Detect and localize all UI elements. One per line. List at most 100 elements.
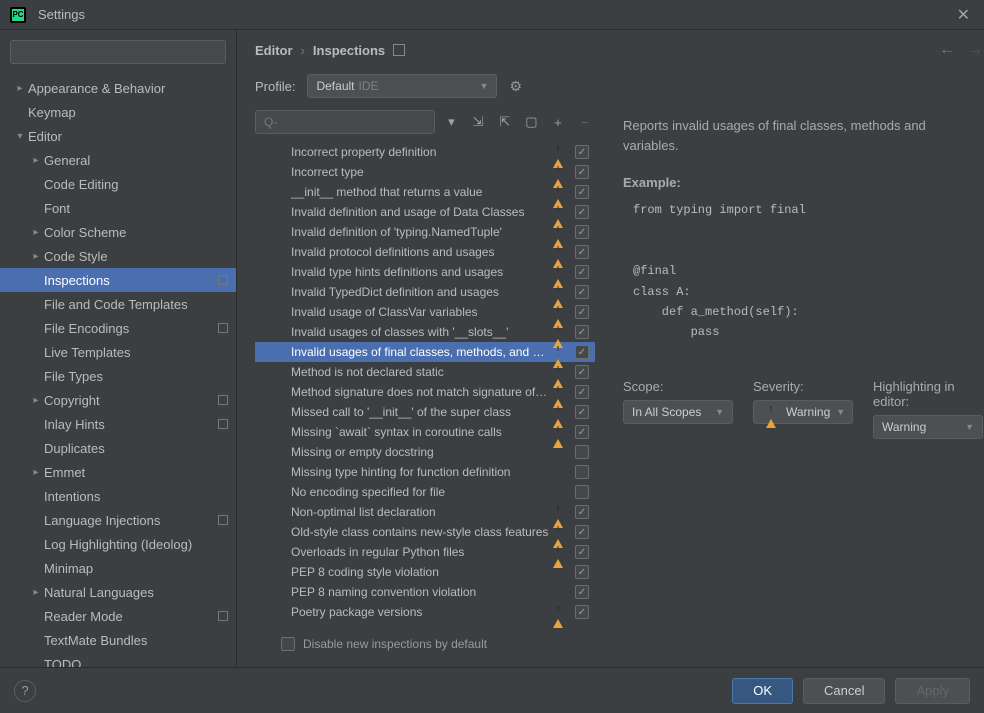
inspection-checkbox[interactable] bbox=[575, 485, 589, 499]
inspection-checkbox[interactable] bbox=[575, 325, 589, 339]
filter-icon[interactable]: ▾ bbox=[441, 111, 462, 133]
highlight-label: Highlighting in editor: bbox=[873, 379, 983, 409]
inspection-checkbox[interactable] bbox=[575, 465, 589, 479]
sidebar-item-appearance-behavior[interactable]: ▸Appearance & Behavior bbox=[0, 76, 236, 100]
inspection-row[interactable]: Incorrect property definition bbox=[255, 142, 595, 162]
inspection-checkbox[interactable] bbox=[575, 445, 589, 459]
sidebar-item-code-editing[interactable]: Code Editing bbox=[0, 172, 236, 196]
inspection-row[interactable]: Missing `await` syntax in coroutine call… bbox=[255, 422, 595, 442]
inspection-checkbox[interactable] bbox=[575, 385, 589, 399]
sidebar-item-keymap[interactable]: Keymap bbox=[0, 100, 236, 124]
inspection-search-input[interactable] bbox=[255, 110, 435, 134]
inspection-row[interactable]: Invalid TypedDict definition and usages bbox=[255, 282, 595, 302]
sidebar-item-font[interactable]: Font bbox=[0, 196, 236, 220]
inspection-row[interactable]: Missing or empty docstring bbox=[255, 442, 595, 462]
cancel-button[interactable]: Cancel bbox=[803, 678, 885, 704]
inspection-row[interactable]: Method signature does not match signatur… bbox=[255, 382, 595, 402]
sidebar-item-emmet[interactable]: ▸Emmet bbox=[0, 460, 236, 484]
sidebar-item-file-encodings[interactable]: File Encodings bbox=[0, 316, 236, 340]
sidebar-item-log-highlighting-ideolog-[interactable]: Log Highlighting (Ideolog) bbox=[0, 532, 236, 556]
inspection-row[interactable]: Missing type hinting for function defini… bbox=[255, 462, 595, 482]
inspection-row[interactable]: Missed call to '__init__' of the super c… bbox=[255, 402, 595, 422]
modified-marker-icon bbox=[218, 323, 228, 333]
highlight-select[interactable]: Warning▼ bbox=[873, 415, 983, 439]
inspection-row[interactable]: __init__ method that returns a value bbox=[255, 182, 595, 202]
sidebar-item-language-injections[interactable]: Language Injections bbox=[0, 508, 236, 532]
sidebar-item-file-and-code-templates[interactable]: File and Code Templates bbox=[0, 292, 236, 316]
inspection-checkbox[interactable] bbox=[575, 565, 589, 579]
inspection-checkbox[interactable] bbox=[575, 245, 589, 259]
sidebar-item-inspections[interactable]: Inspections bbox=[0, 268, 236, 292]
inspection-row[interactable]: Invalid type hints definitions and usage… bbox=[255, 262, 595, 282]
ok-button[interactable]: OK bbox=[732, 678, 793, 704]
sidebar-search-input[interactable] bbox=[10, 40, 226, 64]
sidebar-item-copyright[interactable]: ▸Copyright bbox=[0, 388, 236, 412]
apply-button[interactable]: Apply bbox=[895, 678, 970, 704]
sidebar-item-live-templates[interactable]: Live Templates bbox=[0, 340, 236, 364]
inspection-checkbox[interactable] bbox=[575, 165, 589, 179]
inspection-row[interactable]: No encoding specified for file bbox=[255, 482, 595, 502]
sidebar-item-duplicates[interactable]: Duplicates bbox=[0, 436, 236, 460]
inspection-row[interactable]: Old-style class contains new-style class… bbox=[255, 522, 595, 542]
inspection-row[interactable]: PEP 8 coding style violation bbox=[255, 562, 595, 582]
sidebar-item-minimap[interactable]: Minimap bbox=[0, 556, 236, 580]
sidebar-item-code-style[interactable]: ▸Code Style bbox=[0, 244, 236, 268]
inspection-checkbox[interactable] bbox=[575, 525, 589, 539]
inspection-checkbox[interactable] bbox=[575, 585, 589, 599]
scope-select[interactable]: In All Scopes▼ bbox=[623, 400, 733, 424]
inspection-checkbox[interactable] bbox=[575, 605, 589, 619]
inspection-checkbox[interactable] bbox=[575, 285, 589, 299]
inspection-list[interactable]: Incorrect property definitionIncorrect t… bbox=[255, 142, 595, 629]
close-icon[interactable]: ✕ bbox=[953, 5, 974, 25]
remove-icon[interactable]: − bbox=[574, 111, 595, 133]
collapse-all-icon[interactable]: ⇱ bbox=[494, 111, 515, 133]
gear-icon[interactable]: ⚙ bbox=[509, 78, 529, 95]
reset-icon[interactable]: ▢ bbox=[521, 111, 542, 133]
sidebar-item-reader-mode[interactable]: Reader Mode bbox=[0, 604, 236, 628]
inspection-row[interactable]: Method is not declared static bbox=[255, 362, 595, 382]
inspection-row[interactable]: Invalid usages of final classes, methods… bbox=[255, 342, 595, 362]
sidebar-item-natural-languages[interactable]: ▸Natural Languages bbox=[0, 580, 236, 604]
inspection-checkbox[interactable] bbox=[575, 345, 589, 359]
inspection-checkbox[interactable] bbox=[575, 365, 589, 379]
inspection-checkbox[interactable] bbox=[575, 225, 589, 239]
inspection-row[interactable]: Invalid usage of ClassVar variables bbox=[255, 302, 595, 322]
inspection-row[interactable]: Incorrect type bbox=[255, 162, 595, 182]
inspection-row[interactable]: Overloads in regular Python files bbox=[255, 542, 595, 562]
sidebar-item-todo[interactable]: TODO bbox=[0, 652, 236, 667]
sidebar-item-inlay-hints[interactable]: Inlay Hints bbox=[0, 412, 236, 436]
inspection-row[interactable]: Poetry package versions bbox=[255, 602, 595, 622]
sidebar-item-textmate-bundles[interactable]: TextMate Bundles bbox=[0, 628, 236, 652]
inspection-checkbox[interactable] bbox=[575, 205, 589, 219]
sidebar-tree[interactable]: ▸Appearance & BehaviorKeymap▾Editor▸Gene… bbox=[0, 70, 236, 667]
inspection-row[interactable]: Invalid usages of classes with '__slots_… bbox=[255, 322, 595, 342]
inspection-checkbox[interactable] bbox=[575, 145, 589, 159]
inspection-checkbox[interactable] bbox=[575, 505, 589, 519]
sidebar-item-general[interactable]: ▸General bbox=[0, 148, 236, 172]
sidebar-item-file-types[interactable]: File Types bbox=[0, 364, 236, 388]
inspection-row[interactable]: Invalid protocol definitions and usages bbox=[255, 242, 595, 262]
inspection-checkbox[interactable] bbox=[575, 425, 589, 439]
inspection-checkbox[interactable] bbox=[575, 545, 589, 559]
help-icon[interactable]: ? bbox=[14, 680, 36, 702]
inspection-checkbox[interactable] bbox=[575, 185, 589, 199]
inspection-row[interactable]: Non-optimal list declaration bbox=[255, 502, 595, 522]
inspection-checkbox[interactable] bbox=[575, 405, 589, 419]
warning-icon bbox=[553, 245, 567, 259]
expand-all-icon[interactable]: ⇲ bbox=[468, 111, 489, 133]
sidebar-item-color-scheme[interactable]: ▸Color Scheme bbox=[0, 220, 236, 244]
sidebar-item-editor[interactable]: ▾Editor bbox=[0, 124, 236, 148]
inspection-checkbox[interactable] bbox=[575, 265, 589, 279]
inspection-checkbox[interactable] bbox=[575, 305, 589, 319]
inspection-row[interactable]: PEP 8 naming convention violation bbox=[255, 582, 595, 602]
sidebar-item-intentions[interactable]: Intentions bbox=[0, 484, 236, 508]
breadcrumb-root[interactable]: Editor bbox=[255, 43, 293, 58]
nav-forward-icon[interactable]: → bbox=[967, 41, 983, 59]
profile-select[interactable]: Default IDE ▼ bbox=[307, 74, 497, 98]
add-icon[interactable]: + bbox=[548, 111, 569, 133]
disable-new-checkbox[interactable]: Disable new inspections by default bbox=[273, 637, 487, 651]
nav-back-icon[interactable]: ← bbox=[939, 41, 955, 59]
inspection-row[interactable]: Invalid definition and usage of Data Cla… bbox=[255, 202, 595, 222]
severity-select[interactable]: Warning▼ bbox=[753, 400, 853, 424]
inspection-row[interactable]: Invalid definition of 'typing.NamedTuple… bbox=[255, 222, 595, 242]
